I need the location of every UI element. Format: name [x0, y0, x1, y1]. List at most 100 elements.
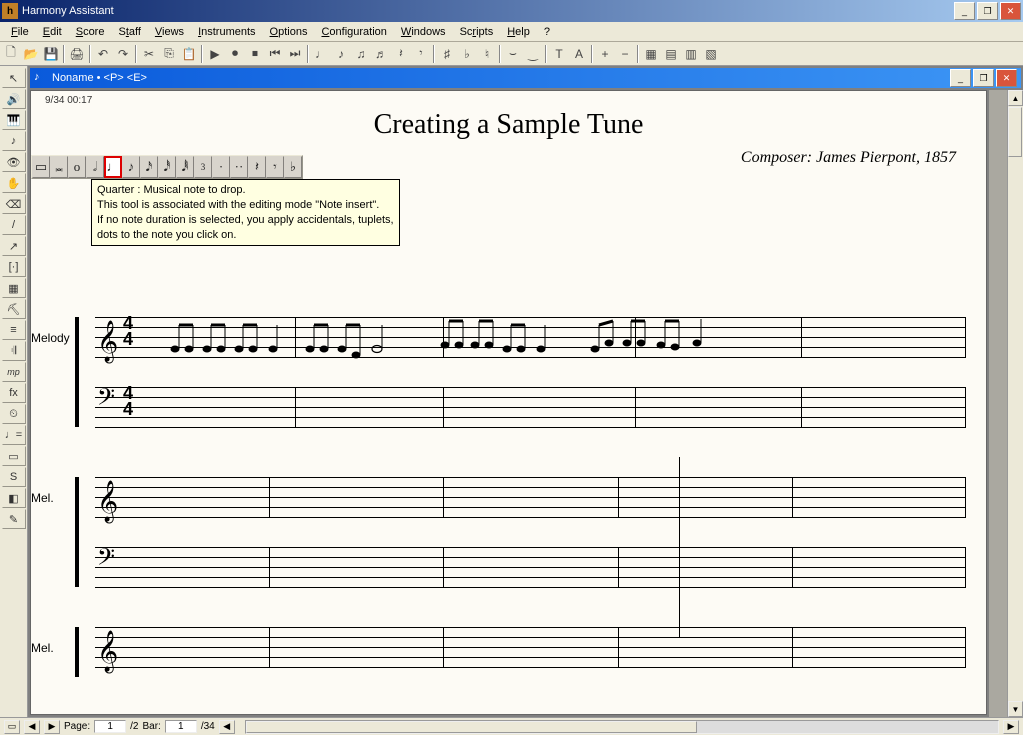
note-sixteenth-icon[interactable]: 𝅘𝅥𝅯 — [140, 156, 158, 178]
menu-help[interactable]: Help — [500, 24, 537, 40]
hscroll-thumb[interactable] — [246, 721, 697, 733]
sb-prev-icon[interactable]: ◀ — [24, 720, 40, 734]
bar-current-input[interactable]: 1 — [165, 720, 197, 733]
tuplet-icon[interactable]: 3 — [194, 156, 212, 178]
sb-hscroll-left-icon[interactable]: ◀ — [219, 720, 235, 734]
sb-hscroll-right-icon[interactable]: ▶ — [1003, 720, 1019, 734]
metronome-tool-icon[interactable]: ⏲ — [2, 404, 26, 424]
tuning-tool-icon[interactable]: ⛏ — [2, 299, 26, 319]
s-tool-icon[interactable]: S — [2, 467, 26, 487]
cut-icon[interactable]: ✂ — [139, 44, 159, 64]
open-icon[interactable]: 📂 — [21, 44, 41, 64]
scroll-thumb[interactable] — [1008, 107, 1022, 157]
treble-staff-3[interactable]: 𝄞 — [95, 627, 966, 667]
menu-configuration[interactable]: Configuration — [314, 24, 393, 40]
color-tool-icon[interactable]: ◧ — [2, 488, 26, 508]
close-button[interactable]: ✕ — [1000, 2, 1021, 20]
eraser-tool-icon[interactable]: ⌫ — [2, 194, 26, 214]
note-thirtysecond-icon[interactable]: 𝅘𝅥𝅰 — [158, 156, 176, 178]
note-half-icon[interactable]: 𝅗𝅥 — [86, 156, 104, 178]
natural-icon[interactable]: ♮ — [477, 44, 497, 64]
record-icon[interactable]: ⏺ — [225, 44, 245, 64]
note-tool4-icon[interactable]: ♬ — [371, 44, 391, 64]
treble-staff-2[interactable]: 𝄞 — [95, 477, 966, 517]
layout4-icon[interactable]: ▧ — [701, 44, 721, 64]
forward-icon[interactable]: ⏭ — [285, 44, 305, 64]
print-icon[interactable]: 🖨 — [67, 44, 87, 64]
rewind-icon[interactable]: ⏮ — [265, 44, 285, 64]
doc-close-button[interactable]: ✕ — [996, 69, 1017, 87]
menu-staff[interactable]: Staff — [111, 24, 147, 40]
bass-staff-1[interactable]: 𝄢 44 — [95, 387, 966, 427]
piano-tool-icon[interactable]: 🎹 — [2, 110, 26, 130]
menu-instruments[interactable]: Instruments — [191, 24, 262, 40]
layout1-icon[interactable]: ▦ — [641, 44, 661, 64]
dynamics-tool-icon[interactable]: mp — [2, 362, 26, 382]
speaker-tool-icon[interactable]: 🔊 — [2, 89, 26, 109]
dot-icon[interactable]: · — [212, 156, 230, 178]
tempo-tool-icon[interactable]: ♩= — [2, 425, 26, 445]
note-insert-tool-icon[interactable]: ♪ — [2, 131, 26, 151]
menu-windows[interactable]: Windows — [394, 24, 453, 40]
rest-quarter-icon[interactable]: 𝄽 — [248, 156, 266, 178]
lyrics-icon[interactable]: A — [569, 44, 589, 64]
score-page[interactable]: 9/34 00:17 Creating a Sample Tune Compos… — [30, 90, 987, 715]
rest-eighth-icon[interactable]: 𝄾 — [266, 156, 284, 178]
layout2-icon[interactable]: ▤ — [661, 44, 681, 64]
slur-icon[interactable]: ‿ — [523, 44, 543, 64]
rest-tool-icon[interactable]: 𝄽 — [391, 44, 411, 64]
flat-icon[interactable]: ♭ — [457, 44, 477, 64]
hand-tool-icon[interactable]: ✋ — [2, 173, 26, 193]
horizontal-scrollbar[interactable] — [245, 720, 999, 734]
zoom-in-icon[interactable]: + — [595, 44, 615, 64]
scroll-down-icon[interactable]: ▼ — [1008, 701, 1023, 717]
cursor-tool-icon[interactable]: ↖ — [2, 68, 26, 88]
minimize-button[interactable]: _ — [954, 2, 975, 20]
sb-next-icon[interactable]: ▶ — [44, 720, 60, 734]
note-eighth-icon[interactable]: ♪ — [122, 156, 140, 178]
layout3-icon[interactable]: ▥ — [681, 44, 701, 64]
paste-icon[interactable]: 📋 — [179, 44, 199, 64]
new-icon[interactable]: 🗋 — [1, 44, 21, 64]
tie-icon[interactable]: ⌣ — [503, 44, 523, 64]
note-quarter-icon[interactable]: ♩ — [104, 156, 122, 178]
note-tool3-icon[interactable]: ♫ — [351, 44, 371, 64]
text-icon[interactable]: T — [549, 44, 569, 64]
zoom-out-icon[interactable]: − — [615, 44, 635, 64]
fx-tool-icon[interactable]: fx — [2, 383, 26, 403]
sb-tool1-icon[interactable]: ▭ — [4, 720, 20, 734]
vertical-scrollbar[interactable]: ▲ ▼ — [1007, 90, 1023, 717]
doc-maximize-button[interactable]: ❐ — [973, 69, 994, 87]
note-tool2-icon[interactable]: ♪ — [331, 44, 351, 64]
note-sixtyfourth-icon[interactable]: 𝅘𝅥𝅱 — [176, 156, 194, 178]
grid-tool-icon[interactable]: ▦ — [2, 278, 26, 298]
bracket-tool-icon[interactable]: [·] — [2, 257, 26, 277]
play-icon[interactable]: ▶ — [205, 44, 225, 64]
repeat-tool-icon[interactable]: 𝄇 — [2, 341, 26, 361]
line-tool-icon[interactable]: / — [2, 215, 26, 235]
menu-views[interactable]: Views — [148, 24, 191, 40]
save-icon[interactable]: 💾 — [41, 44, 61, 64]
redo-icon[interactable]: ↷ — [113, 44, 133, 64]
arrow-tool-icon[interactable]: ↗ — [2, 236, 26, 256]
box-tool-icon[interactable]: ▭ — [2, 446, 26, 466]
menu-file[interactable]: File — [4, 24, 36, 40]
menu-edit[interactable]: Edit — [36, 24, 69, 40]
staves-tool-icon[interactable]: ≡ — [2, 320, 26, 340]
accidental-flat-icon[interactable]: ♭ — [284, 156, 302, 178]
menu-about[interactable]: ? — [537, 24, 557, 40]
menu-score[interactable]: Score — [69, 24, 112, 40]
note-longa-icon[interactable]: ▭ — [32, 156, 50, 178]
undo-icon[interactable]: ↶ — [93, 44, 113, 64]
note-tool-icon[interactable]: ♩ — [311, 44, 331, 64]
note-double-whole-icon[interactable]: 𝅜 — [50, 156, 68, 178]
scroll-up-icon[interactable]: ▲ — [1008, 90, 1023, 106]
treble-staff-1[interactable]: 𝄞 44 — [95, 317, 966, 357]
double-dot-icon[interactable]: ·· — [230, 156, 248, 178]
page-current-input[interactable]: 1 — [94, 720, 126, 733]
eye-tool-icon[interactable]: 👁 — [2, 152, 26, 172]
copy-icon[interactable]: ⎘ — [159, 44, 179, 64]
note-whole-icon[interactable]: o — [68, 156, 86, 178]
bass-staff-2[interactable]: 𝄢 — [95, 547, 966, 587]
maximize-button[interactable]: ❐ — [977, 2, 998, 20]
